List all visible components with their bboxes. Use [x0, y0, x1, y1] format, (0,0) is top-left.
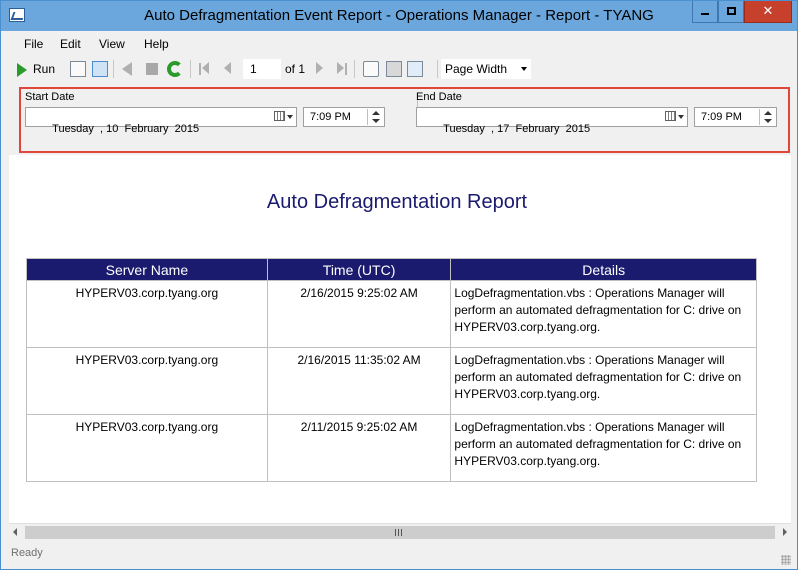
- table-row: HYPERV03.corp.tyang.org 2/16/2015 9:25:0…: [26, 280, 757, 348]
- start-date-label: Start Date: [25, 91, 75, 103]
- title-bar[interactable]: Auto Defragmentation Event Report - Oper…: [1, 1, 797, 31]
- maximize-button[interactable]: [718, 1, 744, 23]
- maximize-icon: [726, 7, 736, 15]
- server-name-cell: HYPERV03.corp.tyang.org: [26, 347, 268, 415]
- minimize-icon: [701, 13, 709, 15]
- toolbar-separator: [113, 60, 114, 78]
- scroll-right-icon[interactable]: [783, 528, 787, 536]
- toolbar-separator: [437, 60, 438, 78]
- end-time-spinner[interactable]: [759, 109, 775, 125]
- stop-icon[interactable]: [146, 63, 158, 75]
- run-label: Run: [33, 62, 56, 76]
- window-title: Auto Defragmentation Event Report - Oper…: [144, 7, 654, 24]
- time-cell: 2/16/2015 9:25:02 AM: [266, 280, 452, 348]
- chevron-down-icon: [287, 115, 293, 119]
- calendar-icon: [274, 111, 285, 121]
- toolbar: Run of 1 Page Width: [9, 57, 791, 81]
- scroll-left-icon[interactable]: [13, 528, 17, 536]
- start-time-picker[interactable]: 7:09 PM: [303, 107, 385, 127]
- page-number-input[interactable]: [243, 59, 281, 79]
- menu-view[interactable]: View: [99, 37, 125, 51]
- report-viewer[interactable]: Auto Defragmentation Report Server Name …: [9, 155, 791, 523]
- last-page-icon[interactable]: [337, 62, 344, 74]
- find-icon[interactable]: [363, 61, 379, 77]
- spin-down-icon: [372, 119, 380, 123]
- chevron-down-icon: [678, 115, 684, 119]
- run-button[interactable]: Run: [13, 59, 67, 79]
- details-cell: LogDefragmentation.vbs : Operations Mana…: [450, 414, 757, 482]
- end-date-value: Tuesday , 17 February 2015: [443, 123, 591, 135]
- zoom-select[interactable]: Page Width: [441, 59, 531, 79]
- next-page-icon[interactable]: [316, 62, 323, 74]
- spin-up-icon: [372, 111, 380, 115]
- column-header-details: Details: [450, 258, 757, 281]
- start-time-value: 7:09 PM: [310, 111, 351, 123]
- toolbar-separator: [354, 60, 355, 78]
- grip-icon: [395, 529, 403, 536]
- report-table: Server Name Time (UTC) Details HYPERV03.…: [26, 258, 757, 482]
- print-icon[interactable]: [386, 61, 402, 77]
- end-calendar-button[interactable]: [665, 110, 685, 124]
- toolbar-separator: [190, 60, 191, 78]
- end-date-picker[interactable]: Tuesday , 17 February 2015: [416, 107, 688, 135]
- spin-down-icon: [764, 119, 772, 123]
- table-row: HYPERV03.corp.tyang.org 2/11/2015 9:25:0…: [26, 414, 757, 482]
- parameters-icon[interactable]: [92, 61, 108, 77]
- refresh-icon[interactable]: [167, 61, 183, 77]
- end-time-picker[interactable]: 7:09 PM: [694, 107, 777, 127]
- time-cell: 2/11/2015 9:25:02 AM: [266, 414, 452, 482]
- start-date-picker[interactable]: Tuesday , 10 February 2015: [25, 107, 297, 135]
- page-count: of 1: [285, 62, 306, 76]
- parameters-panel: Start Date Tuesday , 10 February 2015 7:…: [19, 87, 790, 153]
- document-map-icon[interactable]: [70, 61, 86, 77]
- server-name-cell: HYPERV03.corp.tyang.org: [26, 280, 268, 348]
- spin-up-icon: [764, 111, 772, 115]
- horizontal-scrollbar[interactable]: [9, 523, 791, 540]
- column-header-time: Time (UTC): [266, 258, 452, 281]
- start-calendar-button[interactable]: [274, 110, 294, 124]
- first-page-icon[interactable]: [202, 62, 209, 74]
- menu-edit[interactable]: Edit: [60, 37, 81, 51]
- server-name-cell: HYPERV03.corp.tyang.org: [26, 414, 268, 482]
- chevron-down-icon: [521, 67, 527, 71]
- start-time-spinner[interactable]: [367, 109, 383, 125]
- end-date-label: End Date: [416, 91, 462, 103]
- table-header-row: Server Name Time (UTC) Details: [26, 258, 757, 281]
- report-title: Auto Defragmentation Report: [266, 191, 528, 213]
- status-text: Ready: [11, 547, 43, 559]
- time-cell: 2/16/2015 11:35:02 AM: [266, 347, 452, 415]
- status-bar: Ready: [1, 543, 797, 569]
- scrollbar-thumb[interactable]: [25, 526, 775, 539]
- menu-help[interactable]: Help: [144, 37, 169, 51]
- minimize-button[interactable]: [692, 1, 718, 23]
- end-time-value: 7:09 PM: [701, 111, 742, 123]
- close-button[interactable]: ✕: [744, 1, 792, 23]
- resize-grip-icon[interactable]: [781, 555, 791, 565]
- start-date-value: Tuesday , 10 February 2015: [52, 123, 200, 135]
- table-row: HYPERV03.corp.tyang.org 2/16/2015 11:35:…: [26, 347, 757, 415]
- details-cell: LogDefragmentation.vbs : Operations Mana…: [450, 347, 757, 415]
- report-window: Auto Defragmentation Event Report - Oper…: [0, 0, 798, 570]
- details-cell: LogDefragmentation.vbs : Operations Mana…: [450, 280, 757, 348]
- calendar-icon: [665, 111, 676, 121]
- back-icon[interactable]: [122, 62, 132, 76]
- zoom-value: Page Width: [445, 62, 508, 76]
- column-header-server-name: Server Name: [26, 258, 268, 281]
- run-icon: [17, 63, 27, 77]
- first-page-bar: [199, 63, 201, 75]
- previous-page-icon[interactable]: [224, 62, 231, 74]
- menu-file[interactable]: File: [24, 37, 43, 51]
- last-page-bar: [345, 63, 347, 75]
- export-icon[interactable]: [407, 61, 423, 77]
